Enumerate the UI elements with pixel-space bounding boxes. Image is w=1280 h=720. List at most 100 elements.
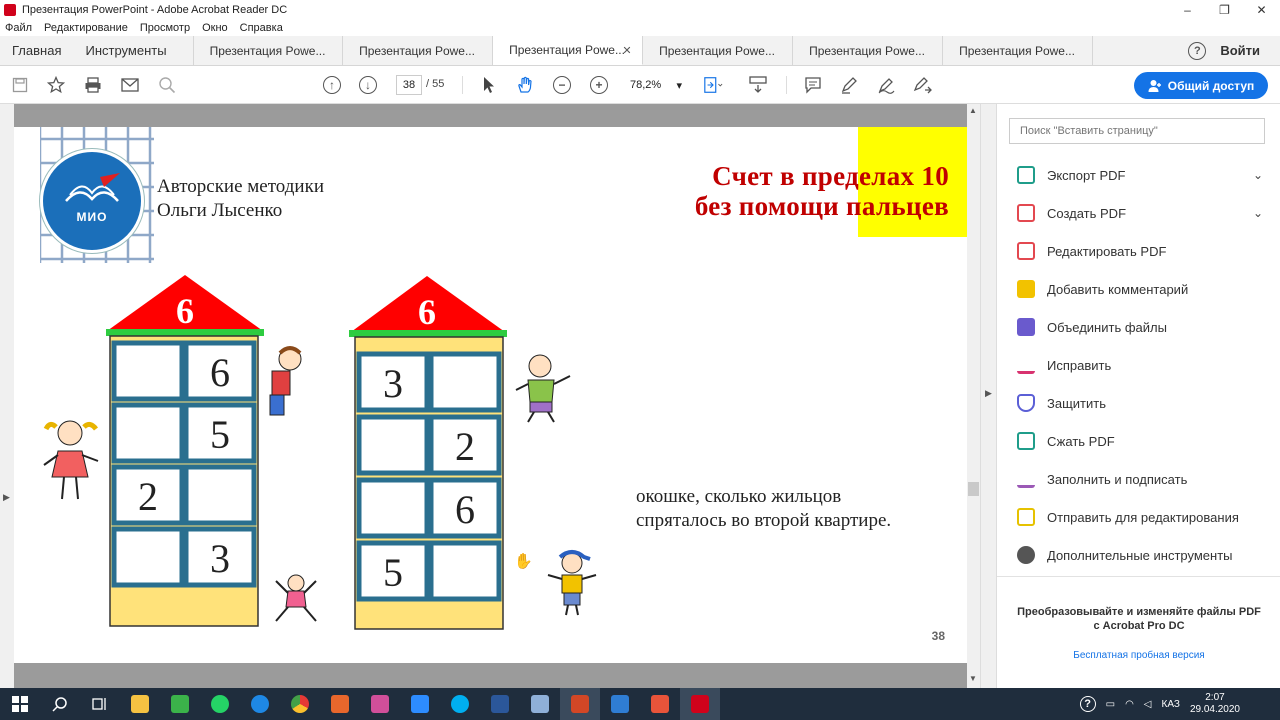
sign-in-link[interactable]: Войти [1220,43,1260,58]
draw-icon[interactable] [876,75,896,95]
taskbar-skype[interactable] [440,688,480,720]
document-tab[interactable]: Презентация Powe... [192,36,343,65]
expand-left-icon[interactable]: ▶ [3,492,10,503]
tool-label: Исправить [1047,357,1112,373]
taskbar-app[interactable] [520,688,560,720]
window[interactable] [183,464,257,526]
taskbar-file-explorer[interactable] [120,688,160,720]
fill-sign-icon[interactable] [913,75,933,95]
search-button[interactable] [40,688,80,720]
share-button[interactable]: Общий доступ [1134,72,1268,99]
hand-tool-icon[interactable] [515,75,535,95]
menu-file[interactable]: Файл [5,22,32,34]
email-icon[interactable] [120,75,140,95]
find-zoom-icon[interactable] [157,75,177,95]
taskbar-photos[interactable] [600,688,640,720]
tab-home[interactable]: Главная [0,36,73,65]
help-icon[interactable]: ? [1188,41,1207,60]
previous-page-icon[interactable]: ↑ [322,75,342,95]
combine-icon [1017,318,1035,336]
collapse-right-icon[interactable]: ▶ [985,388,992,399]
chevron-down-icon[interactable]: ⌄ [1253,206,1263,220]
comment-icon[interactable] [803,75,823,95]
window[interactable] [356,414,430,476]
close-window-button[interactable]: ✕ [1243,0,1280,20]
scroll-mode-icon[interactable] [748,75,768,95]
pdf-page: МИО Авторские методики Ольги Лысенко Сче… [14,127,967,663]
window[interactable] [111,402,185,464]
window[interactable] [111,340,185,402]
window[interactable] [428,540,502,602]
tab-tools[interactable]: Инструменты [73,36,178,65]
left-panel-toggle[interactable]: ▶ [0,104,14,688]
tools-search-input[interactable] [1009,118,1265,144]
right-panel-toggle[interactable]: ▶ [980,104,996,688]
bookmark-star-icon[interactable] [46,75,66,95]
tool-export-pdf[interactable]: Экспорт PDF ⌄ [997,156,1280,194]
start-button[interactable] [0,688,40,720]
taskbar-whatsapp[interactable] [200,688,240,720]
taskbar-chrome[interactable] [280,688,320,720]
page-fit-icon[interactable] [703,75,723,95]
print-icon[interactable] [83,75,103,95]
menu-view[interactable]: Просмотр [140,22,190,34]
taskbar-powerpoint[interactable] [560,688,600,720]
taskbar-app[interactable] [320,688,360,720]
document-tab[interactable]: Презентация Powe... [793,36,943,65]
tool-combine-files[interactable]: Объединить файлы [997,308,1280,346]
volume-icon[interactable]: ◁ [1144,699,1152,710]
next-page-icon[interactable]: ↓ [358,75,378,95]
help-tray-icon[interactable]: ? [1079,696,1096,712]
scrollbar-thumb[interactable] [968,482,979,496]
tool-edit-pdf[interactable]: Редактировать PDF [997,232,1280,270]
menu-window[interactable]: Окно [202,22,228,34]
scroll-down-icon[interactable]: ▼ [969,674,977,683]
clock[interactable]: 2:07 29.04.2020 [1190,692,1240,716]
tool-fix[interactable]: Исправить [997,346,1280,384]
zoom-out-icon[interactable]: − [552,75,572,95]
task-view-button[interactable] [80,688,120,720]
document-tab-active[interactable]: Презентация Powe... ✕ [492,36,643,65]
tool-compress-pdf[interactable]: Сжать PDF [997,422,1280,460]
taskbar-acrobat[interactable] [680,688,720,720]
free-trial-link[interactable]: Бесплатная пробная версия [997,650,1280,661]
window[interactable] [356,477,430,539]
tool-send-for-review[interactable]: Отправить для редактирования [997,498,1280,536]
tool-create-pdf[interactable]: Создать PDF ⌄ [997,194,1280,232]
taskbar-camtasia[interactable] [160,688,200,720]
minimize-button[interactable]: – [1169,0,1206,20]
zoom-level-dropdown[interactable]: 78,2% ▾ [626,75,686,95]
window-controls: – ❐ ✕ [1169,0,1280,20]
window[interactable] [111,526,185,588]
highlight-pen-icon[interactable] [839,75,859,95]
vertical-scrollbar[interactable]: ▲ ▼ [967,104,980,688]
chevron-down-icon[interactable]: ⌄ [1253,168,1263,182]
document-tab[interactable]: Презентация Powe... [343,36,493,65]
taskbar-paint[interactable] [360,688,400,720]
scroll-up-icon[interactable]: ▲ [969,106,977,115]
document-tab[interactable]: Презентация Powe... [643,36,793,65]
keyboard-language[interactable]: КАЗ [1162,699,1180,710]
window[interactable] [428,351,502,413]
close-tab-icon[interactable]: ✕ [622,44,631,57]
maximize-button[interactable]: ❐ [1206,0,1243,20]
tool-add-comment[interactable]: Добавить комментарий [997,270,1280,308]
taskbar-word[interactable] [480,688,520,720]
taskbar-zoom[interactable] [400,688,440,720]
window-titlebar: Презентация PowerPoint - Adobe Acrobat R… [0,0,1280,20]
taskbar-recorder[interactable] [640,688,680,720]
page-number-input[interactable]: 38 [396,75,422,95]
document-tab[interactable]: Презентация Powe... [943,36,1093,65]
menu-help[interactable]: Справка [240,22,283,34]
taskbar-edge[interactable] [240,688,280,720]
zoom-in-icon[interactable]: + [589,75,609,95]
tool-more-tools[interactable]: Дополнительные инструменты [997,536,1280,574]
tool-protect[interactable]: Защитить [997,384,1280,422]
tool-fill-sign[interactable]: Заполнить и подписать [997,460,1280,498]
wifi-icon[interactable]: ◠ [1125,699,1134,710]
select-cursor-icon[interactable] [479,75,499,95]
save-icon[interactable] [10,75,30,95]
network-icon[interactable]: ▭ [1106,699,1115,710]
folder-icon [131,695,149,713]
menu-edit[interactable]: Редактирование [44,22,128,34]
